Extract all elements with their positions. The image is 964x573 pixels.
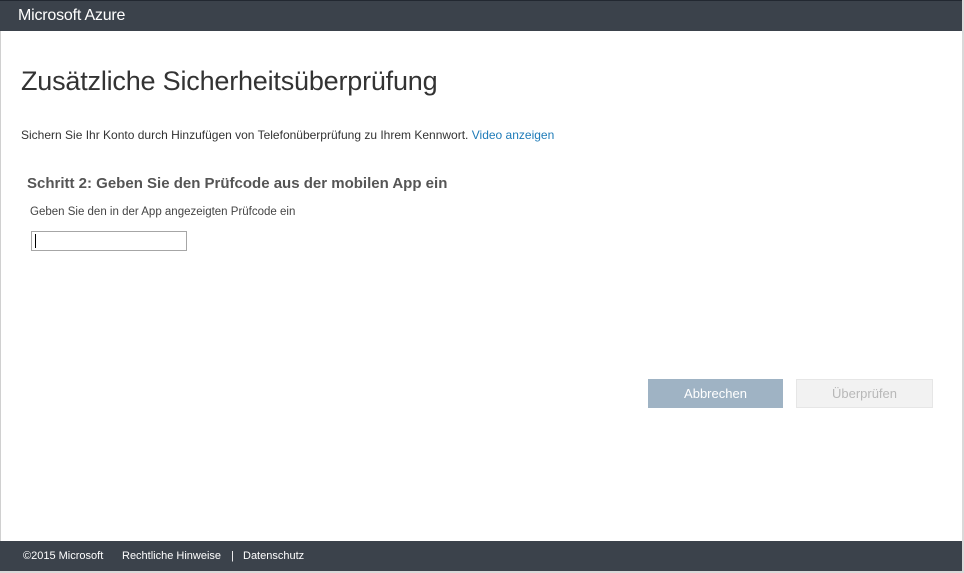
verify-button[interactable]: Überprüfen [796,379,933,408]
header-bar: Microsoft Azure [0,0,962,31]
footer-bar: ©2015 Microsoft Rechtliche Hinweise | Da… [0,541,962,571]
brand-logo-text: Microsoft Azure [18,7,126,24]
left-border [0,31,1,541]
video-link[interactable]: Video anzeigen [472,128,555,142]
footer-separator: | [231,550,234,562]
step-title: Schritt 2: Geben Sie den Prüfcode aus de… [27,175,448,192]
copyright-text: ©2015 Microsoft [23,550,104,562]
code-field-label: Geben Sie den in der App angezeigten Prü… [30,206,296,218]
legal-notice-link[interactable]: Rechtliche Hinweise [122,550,221,562]
verification-code-input[interactable] [31,231,187,251]
privacy-link[interactable]: Datenschutz [243,550,304,562]
text-cursor [35,234,36,248]
intro-text: Sichern Sie Ihr Konto durch Hinzufügen v… [21,128,554,142]
cancel-button[interactable]: Abbrechen [648,379,783,408]
intro-description: Sichern Sie Ihr Konto durch Hinzufügen v… [21,128,469,142]
page-title: Zusätzliche Sicherheitsüberprüfung [21,66,438,96]
